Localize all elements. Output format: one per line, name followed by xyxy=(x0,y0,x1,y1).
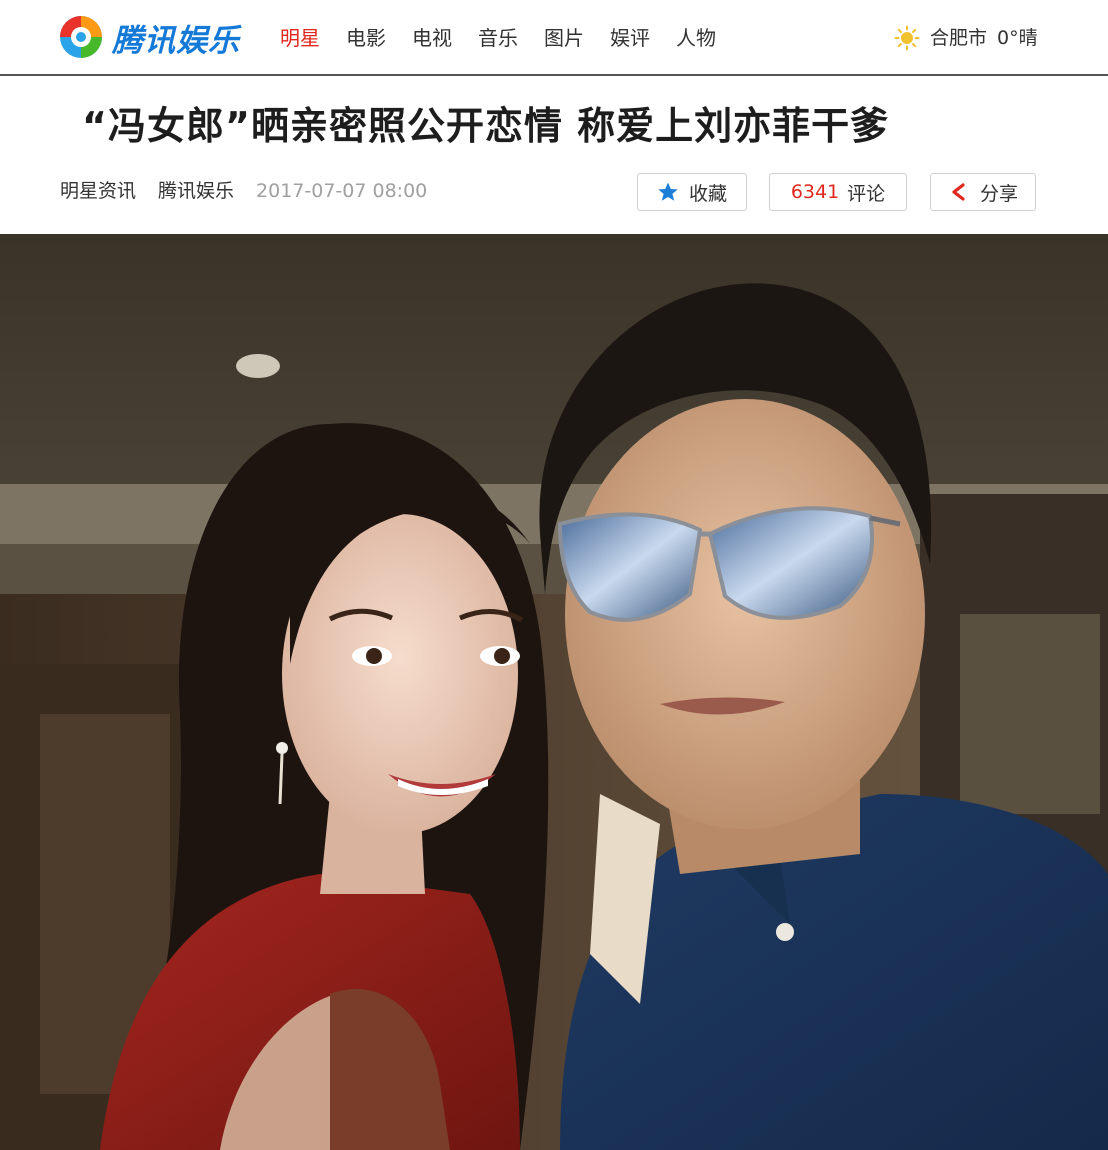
article-title: “冯女郎”晒亲密照公开恋情 称爱上刘亦菲干爹 xyxy=(82,104,890,148)
tencent-logo-icon xyxy=(60,16,102,58)
top-nav-bar: 腾讯娱乐 明星 电影 电视 音乐 图片 娱评 人物 合肥市 0°晴 xyxy=(0,0,1108,76)
comment-count: 6341 xyxy=(790,181,840,203)
comments-label: 评论 xyxy=(847,182,886,205)
logo-text: 腾讯娱乐 xyxy=(112,22,240,59)
article-source[interactable]: 腾讯娱乐 xyxy=(158,177,234,205)
nav-item-stars[interactable]: 明星 xyxy=(280,24,320,52)
share-icon xyxy=(952,183,965,201)
article-category[interactable]: 明星资讯 xyxy=(60,177,136,205)
nav-item-people[interactable]: 人物 xyxy=(676,24,716,52)
favorite-button[interactable]: 收藏 xyxy=(637,173,747,211)
share-label: 分享 xyxy=(979,182,1018,205)
share-button[interactable]: 分享 xyxy=(930,173,1036,211)
comments-button[interactable]: 6341 评论 xyxy=(769,173,907,211)
weather-city: 合肥市 xyxy=(930,27,988,49)
article-date: 2017-07-07 08:00 xyxy=(256,180,428,202)
selfie-photo-illustration xyxy=(0,234,1108,1150)
favorite-label: 收藏 xyxy=(688,182,727,205)
main-nav: 明星 电影 电视 音乐 图片 娱评 人物 xyxy=(280,24,742,52)
nav-item-tv[interactable]: 电视 xyxy=(412,24,452,52)
article-meta: 明星资讯 腾讯娱乐 2017-07-07 08:00 xyxy=(60,177,427,205)
tencent-ent-logo[interactable]: 腾讯娱乐 xyxy=(58,12,240,62)
nav-item-music[interactable]: 音乐 xyxy=(478,24,518,52)
star-icon xyxy=(658,182,678,201)
weather-widget[interactable]: 合肥市 0°晴 xyxy=(894,24,1038,52)
nav-item-reviews[interactable]: 娱评 xyxy=(610,24,650,52)
nav-item-movies[interactable]: 电影 xyxy=(346,24,386,52)
article-photo xyxy=(0,234,1108,1150)
sun-icon xyxy=(894,25,920,51)
nav-item-pictures[interactable]: 图片 xyxy=(544,24,584,52)
weather-temp: 0°晴 xyxy=(997,27,1038,49)
